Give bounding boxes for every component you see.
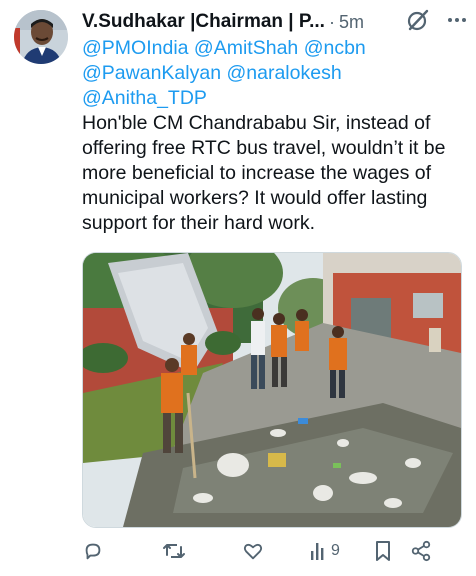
share-icon [411, 540, 431, 562]
like-button[interactable] [242, 540, 264, 562]
mention-amitshah[interactable]: @AmitShah [194, 37, 298, 59]
street-cleaning-photo [83, 253, 461, 527]
bookmark-icon [375, 541, 390, 561]
tweet-text: @PMOIndia @AmitShah @ncbn @PawanKalyan @… [82, 36, 466, 236]
mentions-line-2: @PawanKalyan @naralokesh [82, 61, 466, 86]
grok-icon[interactable] [406, 8, 430, 32]
views-button[interactable]: 9 [310, 541, 340, 561]
tweet-body: Hon'ble CM Chandrababu Sir, instead of o… [82, 112, 446, 234]
reply-button[interactable] [82, 540, 104, 562]
retweet-button[interactable] [162, 540, 186, 562]
views-icon [311, 543, 324, 560]
action-bar: 9 [82, 538, 454, 564]
heart-icon [243, 543, 263, 560]
author-name[interactable]: V.Sudhakar |Chairman | P... [82, 11, 325, 33]
mention-naralokesh[interactable]: @naralokesh [226, 62, 341, 84]
mention-ncbn[interactable]: @ncbn [304, 37, 366, 59]
views-count: 9 [331, 542, 340, 559]
more-icon[interactable] [448, 18, 466, 22]
mentions-line-3: @Anitha_TDP [82, 86, 466, 111]
tweet-photo[interactable] [82, 252, 462, 528]
time-separator: · [328, 11, 335, 32]
mention-pawankalyan[interactable]: @PawanKalyan [82, 62, 221, 84]
timestamp[interactable]: 5m [339, 12, 364, 33]
mention-anitha-tdp[interactable]: @Anitha_TDP [82, 87, 207, 109]
author-avatar[interactable] [14, 10, 68, 64]
share-button[interactable] [410, 540, 432, 562]
retweet-icon [163, 544, 185, 558]
mention-pmoindia[interactable]: @PMOIndia [82, 37, 189, 59]
reply-icon [85, 543, 101, 560]
avatar-image [14, 10, 68, 64]
mentions-line-1: @PMOIndia @AmitShah @ncbn [82, 36, 466, 61]
bookmark-button[interactable] [374, 540, 392, 562]
